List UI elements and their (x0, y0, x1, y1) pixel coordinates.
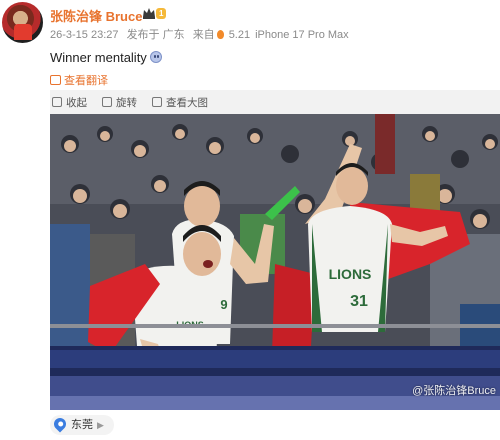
translate-icon (50, 75, 61, 85)
post-text-content: Winner mentality (50, 50, 147, 65)
crown-icon (143, 8, 155, 19)
location-tag[interactable]: 东莞 ▶ (50, 415, 114, 435)
jersey-team-text-front: LIONS (329, 266, 372, 282)
post-photo[interactable]: LIONS 31 9 LIONS @张陈治锋Bruce (50, 114, 500, 410)
jersey-number-middle: 9 (220, 297, 227, 312)
source-prefix: 来自 (192, 29, 215, 41)
translate-link[interactable]: 查看翻译 (50, 72, 108, 88)
rotate-icon (102, 97, 112, 107)
jersey-number-front: 31 (350, 293, 368, 310)
chevron-right-icon: ▶ (97, 420, 104, 430)
heat-value: 5.21 (228, 29, 251, 41)
image-toolbar: 收起 旋转 查看大图 (50, 90, 500, 114)
view-large-label: 查看大图 (166, 97, 208, 109)
avatar[interactable] (2, 2, 43, 43)
rotate-label: 旋转 (116, 97, 137, 109)
emoji-icon (149, 51, 162, 63)
post-meta: 26-3-15 23:27 发布于 广东 来自 5.21 iPhone 17 Pro… (50, 26, 354, 42)
post-text: Winner mentality (50, 50, 162, 65)
rotate-button[interactable]: 旋转 (102, 95, 137, 110)
location-name: 东莞 (71, 419, 93, 431)
view-large-button[interactable]: 查看大图 (152, 95, 208, 110)
location-pin-icon (51, 415, 69, 433)
device-name: iPhone 17 Pro Max (255, 29, 349, 41)
photo-scene: LIONS 31 9 LIONS (50, 114, 500, 410)
view-large-icon (152, 97, 162, 107)
photo-watermark: @张陈治锋Bruce (412, 385, 496, 397)
post-date: 26-3-15 23:27 (50, 29, 119, 41)
username[interactable]: 张陈治锋 Bruce (50, 6, 142, 25)
collapse-label: 收起 (66, 97, 87, 109)
collapse-icon (52, 97, 62, 107)
post-header: 张陈治锋 Bruce 1 26-3-15 23:27 发布于 广东 来自 5.21… (0, 0, 500, 46)
translate-label: 查看翻译 (64, 75, 108, 87)
flame-icon (216, 30, 224, 39)
collapse-button[interactable]: 收起 (52, 95, 87, 110)
post-location-published: 发布于 广东 (126, 29, 185, 41)
vip-level-badge[interactable]: 1 (156, 8, 167, 19)
